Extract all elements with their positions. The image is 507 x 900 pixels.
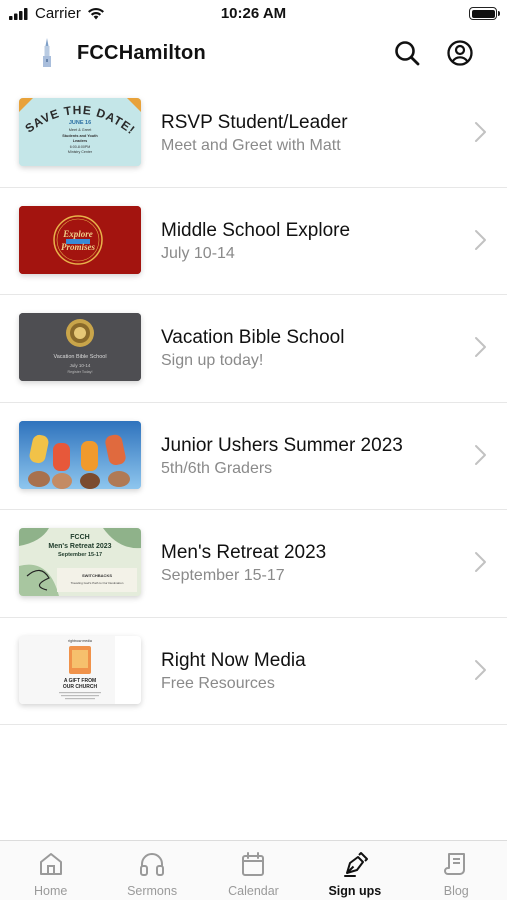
item-thumbnail: rightnow media A GIFT FROM OUR CHURCH (19, 635, 141, 704)
svg-text:Leaders: Leaders (73, 139, 88, 143)
list-item[interactable]: rightnow media A GIFT FROM OUR CHURCH Ri… (0, 618, 507, 725)
svg-text:Promises: Promises (61, 242, 95, 252)
tab-label: Calendar (228, 884, 279, 898)
item-subtitle: 5th/6th Graders (161, 459, 273, 477)
item-subtitle: Meet and Greet with Matt (161, 137, 341, 154)
tab-sermons[interactable]: Sermons (101, 841, 202, 900)
item-subtitle: Sign up today! (161, 352, 264, 369)
app-header: FCCHamilton (0, 30, 507, 80)
save-the-date-image: SAVE THE DATE! JUNE 16 Meet & Greet Stud… (19, 98, 141, 166)
chevron-right-icon (475, 229, 486, 250)
chevron-right-icon (475, 444, 486, 465)
item-title: Middle School Explore (161, 219, 351, 241)
item-title: Vacation Bible School (161, 327, 345, 348)
chevron-right-icon (475, 552, 486, 572)
item-thumbnail (19, 420, 141, 489)
account-icon (447, 40, 473, 66)
item-subtitle: July 10-14 (161, 244, 235, 262)
svg-text:FCCH: FCCH (70, 534, 89, 541)
calendar-icon (242, 852, 265, 876)
right-now-media-image: rightnow media A GIFT FROM OUR CHURCH (19, 635, 141, 704)
chevron-right-icon (475, 337, 486, 357)
list-item[interactable]: Explore Promises Middle School Explore J… (0, 188, 507, 295)
vbs-image: Vacation Bible School July 10-14 Registe… (19, 313, 141, 381)
svg-text:Students and Youth: Students and Youth (62, 134, 98, 138)
church-logo-icon (43, 38, 51, 67)
svg-text:Register Today!: Register Today! (68, 370, 93, 374)
tab-label: Sign ups (328, 884, 382, 898)
svg-text:rightnow media: rightnow media (68, 639, 92, 643)
item-thumbnail: SAVE THE DATE! JUNE 16 Meet & Greet Stud… (19, 98, 141, 166)
svg-text:SWITCHBACKS: SWITCHBACKS (82, 573, 112, 578)
chevron-right-icon (475, 659, 486, 680)
signups-list: SAVE THE DATE! JUNE 16 Meet & Greet Stud… (0, 80, 507, 725)
list-item[interactable]: Junior Ushers Summer 2023 5th/6th Grader… (0, 403, 507, 510)
svg-text:July 10-14: July 10-14 (70, 363, 91, 368)
tab-label: Sermons (127, 884, 178, 898)
list-item[interactable]: FCCH Men's Retreat 2023 September 15-17 … (0, 510, 507, 618)
account-button[interactable] (445, 38, 475, 68)
status-bar: Carrier 10:26 AM (0, 0, 507, 30)
item-title: RSVP Student/Leader (161, 112, 348, 133)
svg-text:Vacation Bible School: Vacation Bible School (53, 354, 106, 360)
tab-blog[interactable]: Blog (406, 841, 507, 900)
item-title: Junior Ushers Summer 2023 (161, 434, 403, 456)
svg-text:Traveling God's Path to Our De: Traveling God's Path to Our Destination (71, 581, 124, 585)
pen-icon (343, 852, 368, 877)
blog-icon (444, 853, 466, 875)
home-icon (39, 853, 62, 875)
svg-text:Explore: Explore (62, 229, 93, 239)
mens-retreat-image: FCCH Men's Retreat 2023 September 15-17 … (19, 528, 141, 596)
tab-label: Blog (443, 884, 469, 898)
item-title: Men's Retreat 2023 (161, 542, 327, 563)
svg-text:Ministry Center: Ministry Center (68, 150, 93, 154)
svg-text:6:00-8:00PM: 6:00-8:00PM (70, 145, 91, 149)
svg-text:OUR CHURCH: OUR CHURCH (63, 684, 98, 690)
status-time: 10:26 AM (220, 5, 287, 22)
item-subtitle: September 15-17 (161, 567, 285, 584)
svg-text:Meet & Greet: Meet & Greet (69, 128, 93, 132)
list-item[interactable]: Vacation Bible School July 10-14 Registe… (0, 295, 507, 403)
headphones-icon (140, 853, 165, 876)
popsicles-image (19, 420, 141, 489)
tab-calendar[interactable]: Calendar (203, 841, 304, 900)
battery-icon (469, 7, 500, 20)
list-item[interactable]: SAVE THE DATE! JUNE 16 Meet & Greet Stud… (0, 80, 507, 188)
search-icon (395, 41, 420, 66)
tab-sign-ups[interactable]: Sign ups (304, 841, 405, 900)
tab-bar: Home Sermons Calendar Sign ups Blog (0, 840, 507, 900)
tab-label: Home (34, 884, 68, 898)
svg-text:Men's Retreat 2023: Men's Retreat 2023 (48, 543, 111, 550)
app-title: FCCHamilton (77, 42, 206, 64)
item-title: Right Now Media (161, 649, 306, 671)
explore-promises-image: Explore Promises (19, 205, 141, 274)
svg-text:September 15-17: September 15-17 (58, 552, 102, 558)
search-button[interactable] (392, 38, 422, 68)
svg-text:JUNE 16: JUNE 16 (69, 120, 91, 126)
item-thumbnail: Vacation Bible School July 10-14 Registe… (19, 313, 141, 381)
item-subtitle: Free Resources (161, 674, 275, 692)
item-thumbnail: Explore Promises (19, 205, 141, 274)
tab-home[interactable]: Home (0, 841, 101, 900)
item-thumbnail: FCCH Men's Retreat 2023 September 15-17 … (19, 528, 141, 596)
chevron-right-icon (475, 122, 486, 142)
